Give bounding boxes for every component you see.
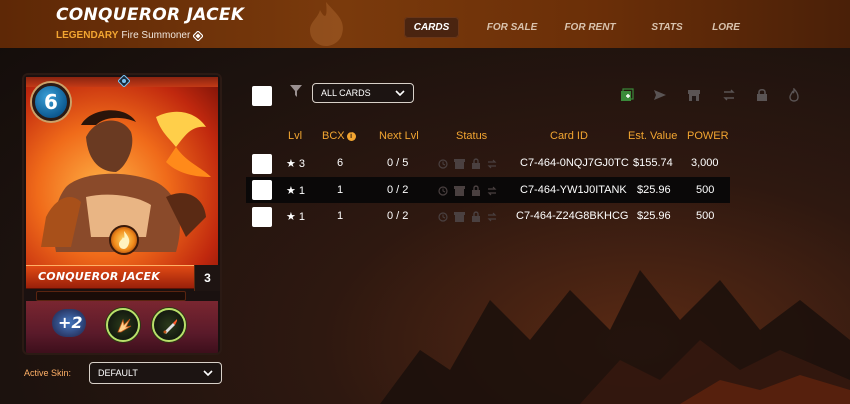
table-row[interactable]: ★ 1 1 0 / 2 C7-464-YW1J0ITANK $25.96 500 — [246, 177, 730, 203]
col-header-next-lvl: Next Lvl — [379, 130, 419, 142]
tab-for-rent[interactable]: FOR RENT — [557, 17, 623, 38]
edition-icon — [193, 30, 204, 41]
row-est-value: $155.74 — [633, 157, 673, 169]
rarity-label: LEGENDARY — [56, 30, 119, 41]
row-status-icons — [438, 211, 497, 222]
card-subtitle: LEGENDARY Fire Summoner — [56, 30, 204, 41]
row-bcx: 1 — [337, 210, 344, 222]
active-skin-label: Active Skin: — [24, 368, 72, 378]
table-row[interactable]: ★ 3 6 0 / 5 C7-464-0NQJ7GJ0TC $155.74 3,… — [246, 151, 730, 177]
header-bar: CONQUEROR JACEK LEGENDARY Fire Summoner … — [0, 0, 850, 48]
tab-cards[interactable]: CARDS — [404, 17, 459, 38]
market-icon — [454, 158, 465, 169]
row-lvl-value: 3 — [298, 158, 306, 170]
row-checkbox[interactable] — [252, 207, 272, 227]
row-lvl-value: 1 — [298, 185, 306, 197]
lock-icon[interactable] — [755, 88, 769, 102]
row-status-icons — [438, 185, 497, 196]
lock-icon — [472, 211, 480, 222]
card-level: 3 — [194, 265, 220, 291]
tab-lore[interactable]: LORE — [711, 17, 741, 38]
row-lvl-value: 1 — [298, 211, 306, 223]
card-filter-select[interactable]: ALL CARDS — [312, 83, 414, 103]
mana-cost: 6 — [32, 83, 70, 121]
col-header-power: POWER — [687, 130, 729, 142]
col-header-lvl: Lvl — [288, 130, 303, 142]
row-power: 500 — [696, 184, 715, 196]
market-icon — [454, 211, 465, 222]
row-next-lvl: 0 / 2 — [387, 184, 409, 196]
card-name: CONQUEROR JACEK — [38, 270, 160, 283]
skin-select-value: DEFAULT — [98, 368, 138, 378]
tab-bar: CARDS FOR SALE FOR RENT STATS LORE — [404, 17, 741, 38]
transfer-icon[interactable] — [722, 88, 736, 102]
card-edition-icon — [118, 75, 130, 87]
page-title: CONQUEROR JACEK — [56, 5, 245, 25]
summoner-buff: +2 — [58, 313, 83, 332]
row-next-lvl: 0 / 5 — [387, 157, 409, 169]
element-type-label: Fire Summoner — [121, 30, 191, 41]
row-lvl: ★ 1 — [286, 185, 306, 197]
market-icon — [454, 185, 465, 196]
chevron-down-icon — [203, 370, 213, 376]
claw-icon[interactable] — [106, 308, 140, 342]
level-progress-bar — [36, 291, 186, 301]
clock-icon — [438, 158, 448, 169]
row-power: 3,000 — [691, 157, 719, 169]
row-card-id[interactable]: C7-464-0NQJ7GJ0TC — [520, 157, 629, 169]
flame-watermark-icon — [310, 2, 343, 46]
row-checkbox[interactable] — [252, 154, 272, 174]
col-header-est-value: Est. Value — [628, 130, 678, 142]
info-icon[interactable]: i — [346, 131, 356, 141]
row-card-id[interactable]: C7-464-Z24G8BKHCG — [516, 210, 629, 222]
fire-element-icon — [109, 225, 139, 255]
transfer-icon — [487, 186, 497, 195]
summoner-card: 6 CONQUEROR JACEK 3 +2 — [22, 73, 222, 355]
row-card-id[interactable]: C7-464-YW1J0ITANK — [520, 184, 627, 196]
market-icon[interactable] — [687, 88, 701, 102]
tab-stats[interactable]: STATS — [623, 17, 711, 38]
row-checkbox[interactable] — [252, 180, 272, 200]
burn-icon[interactable] — [787, 88, 801, 102]
tab-for-sale[interactable]: FOR SALE — [467, 17, 557, 38]
row-status-icons — [438, 158, 497, 169]
row-est-value: $25.96 — [637, 210, 671, 222]
transfer-icon — [487, 159, 497, 168]
dagger-icon[interactable] — [152, 308, 186, 342]
row-next-lvl: 0 / 2 — [387, 210, 409, 222]
transfer-icon — [487, 212, 497, 221]
skin-select[interactable]: DEFAULT — [89, 362, 222, 384]
row-est-value: $25.96 — [637, 184, 671, 196]
add-icon[interactable] — [620, 88, 634, 102]
select-all-checkbox[interactable] — [252, 86, 272, 106]
send-icon[interactable] — [653, 88, 667, 102]
clock-icon — [438, 211, 448, 222]
table-row[interactable]: ★ 1 1 0 / 2 C7-464-Z24G8BKHCG $25.96 500 — [246, 204, 730, 230]
card-filter-value: ALL CARDS — [321, 88, 371, 98]
col-header-bcx-label: BCX — [322, 130, 345, 142]
filter-icon — [290, 85, 302, 97]
row-lvl: ★ 3 — [286, 158, 306, 170]
clock-icon — [438, 185, 448, 196]
lock-icon — [472, 158, 480, 169]
background-mountains — [380, 270, 850, 404]
row-lvl: ★ 1 — [286, 211, 306, 223]
col-header-status: Status — [456, 130, 488, 142]
row-power: 500 — [696, 210, 715, 222]
lock-icon — [472, 185, 480, 196]
col-header-bcx: BCX i — [322, 130, 356, 142]
row-bcx: 6 — [337, 157, 344, 169]
col-header-card-id: Card ID — [550, 130, 588, 142]
row-bcx: 1 — [337, 184, 344, 196]
chevron-down-icon — [395, 90, 405, 96]
